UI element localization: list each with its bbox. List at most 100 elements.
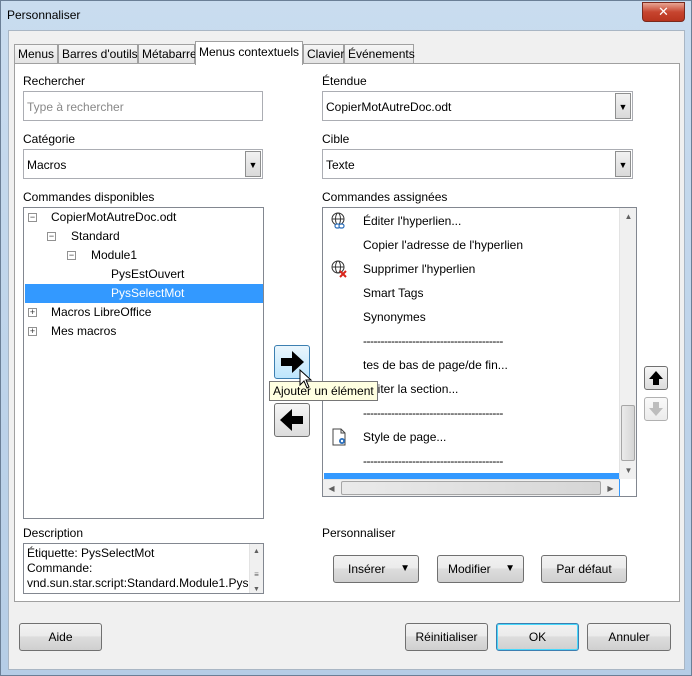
scroll-grip-icon[interactable]: ≡ [250,567,263,582]
chevron-down-icon: ▼ [400,563,410,574]
list-item[interactable]: Synonymes [324,305,620,329]
list-item-label: Synonymes [363,310,426,324]
list-item[interactable]: Smart Tags [324,281,620,305]
target-label: Cible [322,132,350,146]
scroll-up-icon[interactable]: ▲ [250,544,263,559]
scroll-down-icon[interactable]: ▼ [620,462,636,479]
scroll-up-icon[interactable]: ▲ [620,208,636,225]
add-item-tooltip: Ajouter un élément [269,381,378,401]
search-input[interactable]: Type à rechercher [23,91,263,121]
insert-button[interactable]: Insérer ▼ [333,555,419,583]
scroll-left-icon[interactable]: ◀ [323,480,340,496]
list-item-label: Copier l'adresse de l'hyperlien [363,238,524,252]
tree-item-label: PysSelectMot [111,286,185,300]
separator-item[interactable]: ---------------------------------------- [324,449,620,473]
scroll-thumb[interactable] [621,405,635,461]
list-item-label: Supprimer l'hyperlien [363,262,476,276]
assigned-commands-list[interactable]: Éditer l'hyperlien... Copier l'adresse d… [322,207,637,497]
tree-item-label: Standard [71,229,120,243]
target-value: Texte [326,158,355,172]
tab-menus[interactable]: Menus [14,44,58,64]
tree-item-label: Macros LibreOffice [51,305,152,319]
list-item-label: tes de bas de page/de fin... [363,358,508,372]
scope-select[interactable]: CopierMotAutreDoc.odt ▼ [322,91,633,121]
chevron-down-icon[interactable]: ▼ [615,151,631,177]
description-scrollbar[interactable]: ▲ ≡ ▼ [249,544,263,593]
move-up-button[interactable] [644,366,668,390]
tab-metabar[interactable]: Métabarre [138,44,197,64]
list-item[interactable]: Copier l'adresse de l'hyperlien [324,233,620,257]
list-item-label: Style de page... [363,430,447,444]
list-item[interactable]: Style de page... [324,425,620,449]
description-line: vnd.sun.star.script:Standard.Module1.Pys [27,576,249,590]
cancel-button[interactable]: Annuler [587,623,671,651]
page-style-icon [332,428,346,446]
available-commands-label: Commandes disponibles [23,190,155,204]
category-label: Catégorie [23,132,76,146]
separator-item[interactable]: ---------------------------------------- [324,401,620,425]
globe-link-icon [331,212,345,229]
vertical-scrollbar[interactable]: ▲ ▼ [619,208,636,479]
list-item-label: Éditer l'hyperlien... [363,214,462,228]
tree-item-pysselectmot[interactable]: PysSelectMot [25,284,263,303]
window-title: Personnaliser [7,8,81,22]
tab-events[interactable]: Événements [344,44,415,64]
arrow-down-icon [649,402,663,416]
chevron-down-icon[interactable]: ▼ [245,151,261,177]
dialog-body: Menus Barres d'outils Métabarre Menus co… [8,30,685,670]
expand-icon[interactable]: + [28,308,37,317]
description-line: Commande: [27,561,93,575]
customize-dialog: Personnaliser ✕ Menus Barres d'outils Mé… [0,0,692,676]
collapse-icon[interactable]: − [67,251,76,260]
horizontal-scrollbar[interactable]: ◀ ▶ [323,479,619,496]
collapse-icon[interactable]: − [28,213,37,222]
search-placeholder: Type à rechercher [27,100,124,114]
scope-value: CopierMotAutreDoc.odt [326,100,452,114]
tree-item-label: Module1 [91,248,138,262]
insert-label: Insérer [348,562,386,576]
help-button[interactable]: Aide [19,623,102,651]
scroll-thumb[interactable] [341,481,601,495]
scope-label: Étendue [322,74,367,88]
ok-button[interactable]: OK [496,623,579,651]
move-down-button[interactable] [644,397,668,421]
arrow-left-icon [280,409,303,431]
modify-button[interactable]: Modifier ▼ [437,555,524,583]
context-menus-panel: Rechercher Type à rechercher Catégorie M… [14,63,680,602]
tab-context-menus[interactable]: Menus contextuels [195,41,303,65]
separator-label: ---------------------------------------- [363,454,503,468]
separator-label: ---------------------------------------- [363,406,503,420]
expand-icon[interactable]: + [28,327,37,336]
scroll-right-icon[interactable]: ▶ [602,480,619,496]
modify-label: Modifier [448,562,491,576]
arrow-up-icon [649,371,663,385]
category-value: Macros [27,158,67,172]
close-button[interactable]: ✕ [642,2,685,22]
list-item[interactable]: Éditer l'hyperlien... [324,209,620,233]
description-line: Étiquette: PysSelectMot [27,546,155,560]
collapse-icon[interactable]: − [47,232,56,241]
list-item[interactable]: tes de bas de page/de fin... [324,353,620,377]
description-label: Description [23,526,84,540]
chevron-down-icon[interactable]: ▼ [615,93,631,119]
globe-delete-icon [331,260,347,278]
reset-button[interactable]: Réinitialiser [405,623,488,651]
list-item-label: Smart Tags [363,286,424,300]
scroll-down-icon[interactable]: ▼ [250,582,263,593]
separator-item[interactable]: ---------------------------------------- [324,329,620,353]
search-label: Rechercher [23,74,86,88]
tree-item-label: Mes macros [51,324,117,338]
tab-keyboard[interactable]: Clavier [303,44,344,64]
title-bar[interactable]: Personnaliser ✕ [1,1,691,31]
remove-item-button[interactable] [274,403,310,437]
separator-label: ---------------------------------------- [363,334,503,348]
tab-toolbars[interactable]: Barres d'outils [58,44,138,64]
mouse-cursor-icon [299,369,313,389]
available-commands-tree[interactable]: − CopierMotAutreDoc.odt − Standard − Mod… [23,207,264,519]
description-box[interactable]: Étiquette: PysSelectMot Commande: vnd.su… [23,543,264,594]
list-item[interactable]: Supprimer l'hyperlien [324,257,620,281]
target-select[interactable]: Texte ▼ [322,149,633,179]
assigned-commands-label: Commandes assignées [322,190,448,204]
default-button[interactable]: Par défaut [541,555,627,583]
category-select[interactable]: Macros ▼ [23,149,263,179]
